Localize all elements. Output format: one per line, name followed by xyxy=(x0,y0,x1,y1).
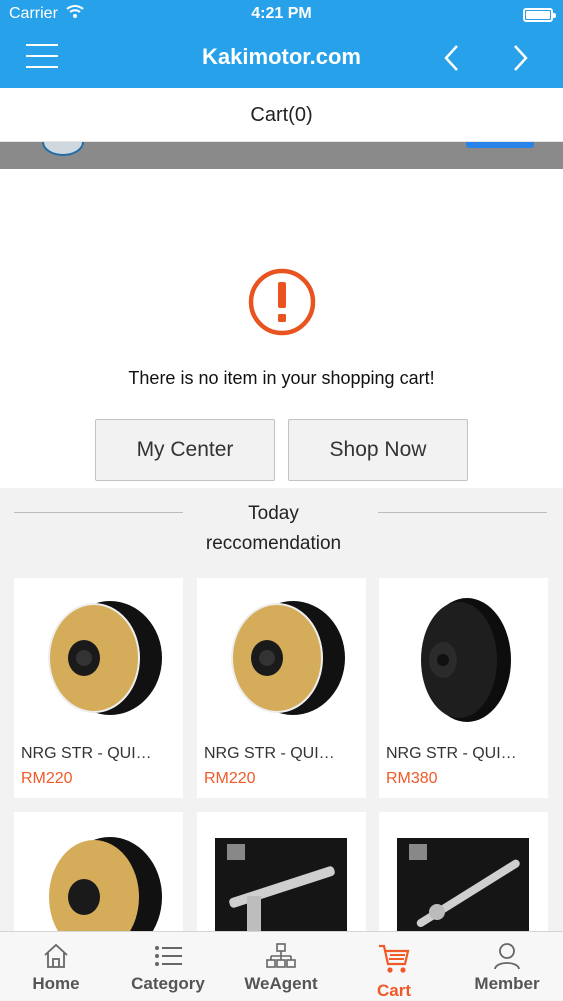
clock: 4:21 PM xyxy=(251,5,312,22)
empty-cart-message: There is no item in your shopping cart! xyxy=(128,368,435,388)
product-card[interactable]: NRG STR - QUI… RM220 xyxy=(197,578,366,798)
product-card[interactable]: NRG STR - QUI… RM220 xyxy=(14,578,183,798)
banner-logo xyxy=(42,142,84,156)
tab-category-label: Category xyxy=(131,974,205,993)
product-image xyxy=(397,838,529,931)
tab-home[interactable]: Home xyxy=(0,932,112,1001)
tab-cart[interactable]: Cart xyxy=(338,932,450,1001)
tab-cart-label: Cart xyxy=(376,981,411,1000)
site-title: Kakimotor.com xyxy=(202,44,361,69)
person-icon xyxy=(494,943,520,970)
bottom-tab-bar: Home Category WeAgent Cart Member xyxy=(0,931,563,1000)
status-bar: Carrier 4:21 PM xyxy=(0,0,563,30)
chevron-right-icon[interactable] xyxy=(508,42,532,74)
product-price: RM220 xyxy=(21,770,73,787)
recommendation-title: Today xyxy=(248,503,299,524)
my-center-button[interactable]: My Center xyxy=(95,419,275,481)
tab-member[interactable]: Member xyxy=(451,932,563,1001)
org-chart-icon xyxy=(266,943,296,968)
tab-member-label: Member xyxy=(474,974,540,993)
recommendation-subtitle: reccomendation xyxy=(205,533,342,554)
banner-button[interactable] xyxy=(466,142,534,148)
product-image xyxy=(215,838,347,931)
top-navbar: Kakimotor.com xyxy=(0,30,563,88)
empty-cart-panel: There is no item in your shopping cart! … xyxy=(0,169,563,488)
product-card[interactable] xyxy=(14,812,183,931)
shop-now-button[interactable]: Shop Now xyxy=(288,419,468,481)
tab-weagent-label: WeAgent xyxy=(244,974,318,993)
tab-weagent[interactable]: WeAgent xyxy=(225,932,337,1001)
product-image xyxy=(231,601,345,715)
product-image xyxy=(48,601,162,715)
product-name: NRG STR - QUI… xyxy=(386,745,517,762)
product-image xyxy=(49,837,162,931)
home-icon xyxy=(44,943,68,968)
battery-icon xyxy=(523,8,556,22)
product-image xyxy=(421,598,511,722)
tab-home-label: Home xyxy=(32,974,80,993)
product-name: NRG STR - QUI… xyxy=(21,745,152,762)
tab-category[interactable]: Category xyxy=(112,932,224,1001)
promo-banner[interactable] xyxy=(0,142,563,169)
product-price: RM220 xyxy=(204,770,256,787)
product-card[interactable]: NRG STR - QUI… RM380 xyxy=(379,578,548,798)
cart-header: Cart(0) xyxy=(0,88,563,142)
exclamation-circle-icon xyxy=(248,268,316,336)
product-price: RM380 xyxy=(386,770,438,787)
cart-icon xyxy=(379,944,410,973)
list-icon xyxy=(155,946,182,966)
product-card[interactable] xyxy=(197,812,366,931)
product-card[interactable] xyxy=(379,812,548,931)
product-name: NRG STR - QUI… xyxy=(204,745,335,762)
chevron-left-icon[interactable] xyxy=(440,42,464,74)
